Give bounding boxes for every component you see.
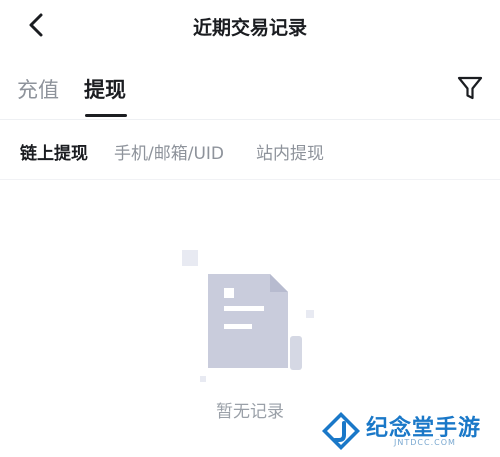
header: 近期交易记录	[0, 0, 500, 52]
tab-bar: 充值 提现	[0, 60, 500, 120]
subtab-phone-email-uid[interactable]: 手机/邮箱/UID	[114, 139, 224, 164]
subtab-onchain-withdraw[interactable]: 链上提现	[20, 139, 88, 164]
tab-recharge[interactable]: 充值	[17, 74, 59, 104]
j-logo-icon	[322, 412, 360, 450]
active-tab-indicator	[85, 114, 127, 117]
tab-withdraw[interactable]: 提现	[84, 74, 126, 104]
empty-document-icon	[182, 250, 314, 382]
filter-icon[interactable]	[456, 74, 484, 102]
watermark-subtitle: JNTDCC.COM	[394, 438, 456, 447]
page-title: 近期交易记录	[192, 17, 307, 39]
watermark: 纪念堂手游 JNTDCC.COM	[320, 408, 495, 452]
subtab-internal-withdraw[interactable]: 站内提现	[256, 139, 324, 164]
withdraw-type-bar: 链上提现 手机/邮箱/UID 站内提现	[0, 121, 500, 180]
